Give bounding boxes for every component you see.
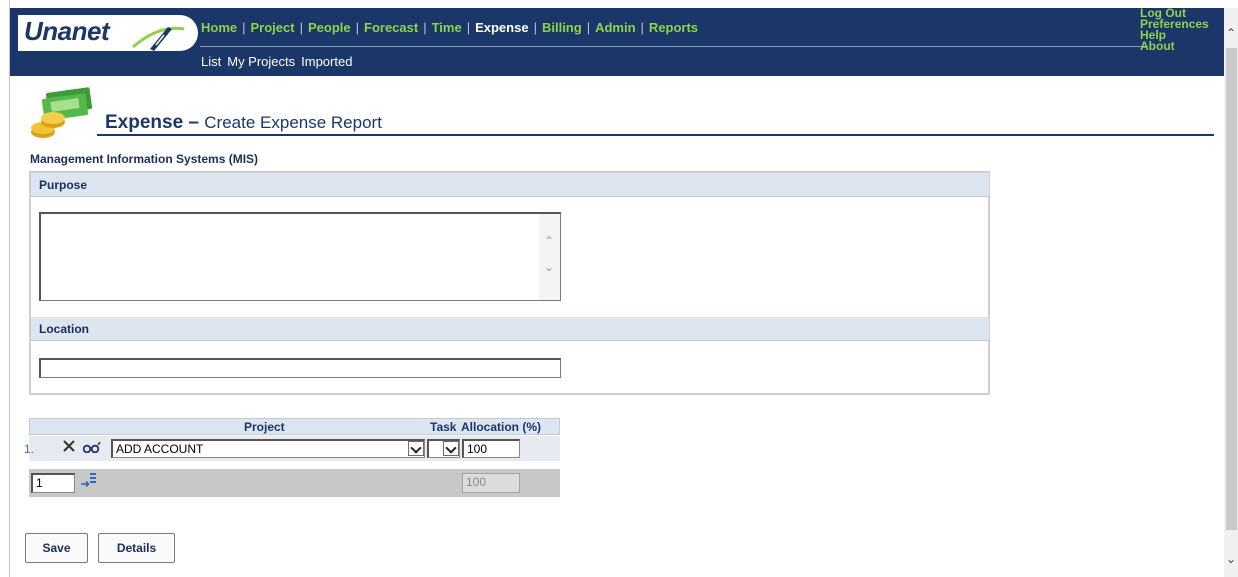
nav-expense[interactable]: Expense xyxy=(475,20,528,35)
header-task: Task xyxy=(430,420,457,434)
subnav-my-projects[interactable]: My Projects xyxy=(227,54,295,69)
nav-forecast[interactable]: Forecast xyxy=(364,20,418,35)
allocation-value: 100 xyxy=(467,442,488,456)
chevron-down-icon[interactable] xyxy=(443,441,459,456)
purpose-textarea[interactable]: ⌃ ⌄ xyxy=(39,212,561,301)
logo[interactable]: Unanet xyxy=(18,15,198,51)
allocation-footer: 1 100 xyxy=(29,469,560,497)
header-project: Project xyxy=(244,420,285,434)
organization-label: Management Information Systems (MIS) xyxy=(30,152,259,166)
allocation-total: 100 xyxy=(462,473,520,493)
project-select-value: ADD ACCOUNT xyxy=(116,442,204,456)
page-left-border xyxy=(9,0,10,577)
expense-money-icon xyxy=(31,87,93,138)
nav-time[interactable]: Time xyxy=(432,20,462,35)
add-rows-count-value: 1 xyxy=(36,476,43,490)
page-title: Expense – Create Expense Report xyxy=(105,112,382,134)
subnav-imported[interactable]: Imported xyxy=(301,54,352,69)
page-title-sub: Create Expense Report xyxy=(204,113,382,132)
logo-text: Unanet xyxy=(24,16,110,46)
header-allocation: Allocation (%) xyxy=(461,420,541,434)
location-section-header: Location xyxy=(31,317,989,341)
chevron-down-icon[interactable] xyxy=(408,441,424,456)
about-link[interactable]: About xyxy=(1140,40,1209,52)
project-select[interactable]: ADD ACCOUNT xyxy=(111,439,425,458)
purpose-label: Purpose xyxy=(39,178,88,192)
nav-admin[interactable]: Admin xyxy=(595,20,635,35)
textarea-scrollbar[interactable]: ⌃ ⌄ xyxy=(539,214,560,300)
allocation-input[interactable]: 100 xyxy=(462,439,520,458)
location-input[interactable] xyxy=(39,358,561,378)
nav-reports[interactable]: Reports xyxy=(649,20,698,35)
title-divider xyxy=(97,134,1214,136)
logo-swoosh-icon xyxy=(132,26,185,51)
purpose-section-header: Purpose xyxy=(31,173,989,197)
nav-divider xyxy=(200,46,1148,47)
allocation-table-header: Project Task Allocation (%) xyxy=(29,418,560,435)
utility-nav: Log Out Preferences Help About xyxy=(1140,7,1209,52)
page-title-dash: – xyxy=(183,112,205,133)
scrollbar-thumb[interactable] xyxy=(1226,48,1237,530)
location-label: Location xyxy=(39,322,89,336)
nav-project[interactable]: Project xyxy=(251,20,295,35)
row-number: 1. xyxy=(24,442,35,456)
main-nav: Home | Project | People | Forecast | Tim… xyxy=(201,19,699,35)
table-row: 1. ADD ACCOUNT 100 xyxy=(24,436,560,461)
textarea-scroll-up-icon[interactable]: ⌃ xyxy=(544,234,554,248)
add-rows-icon[interactable] xyxy=(80,471,98,489)
save-button[interactable]: Save xyxy=(25,533,88,563)
sub-nav: List My Projects Imported xyxy=(201,54,352,69)
delete-x-icon[interactable] xyxy=(62,439,76,453)
details-button[interactable]: Details xyxy=(98,533,175,563)
scroll-up-icon[interactable]: ⌃ xyxy=(1226,26,1236,40)
app-header: Unanet Home | Project | People | Forecas… xyxy=(10,7,1224,76)
lookup-binoculars-icon[interactable] xyxy=(83,441,101,453)
nav-home[interactable]: Home xyxy=(201,20,237,35)
subnav-list[interactable]: List xyxy=(201,54,221,69)
page-title-main: Expense xyxy=(105,112,184,133)
allocation-total-value: 100 xyxy=(466,475,487,489)
nav-billing[interactable]: Billing xyxy=(542,20,582,35)
add-rows-count-input[interactable]: 1 xyxy=(31,473,75,493)
textarea-scroll-down-icon[interactable]: ⌄ xyxy=(544,260,554,274)
allocation-table: Project Task Allocation (%) 1. ADD ACCOU… xyxy=(24,418,560,498)
task-select[interactable] xyxy=(427,439,460,458)
nav-people[interactable]: People xyxy=(308,20,351,35)
scroll-down-icon[interactable]: ⌄ xyxy=(1226,552,1236,566)
